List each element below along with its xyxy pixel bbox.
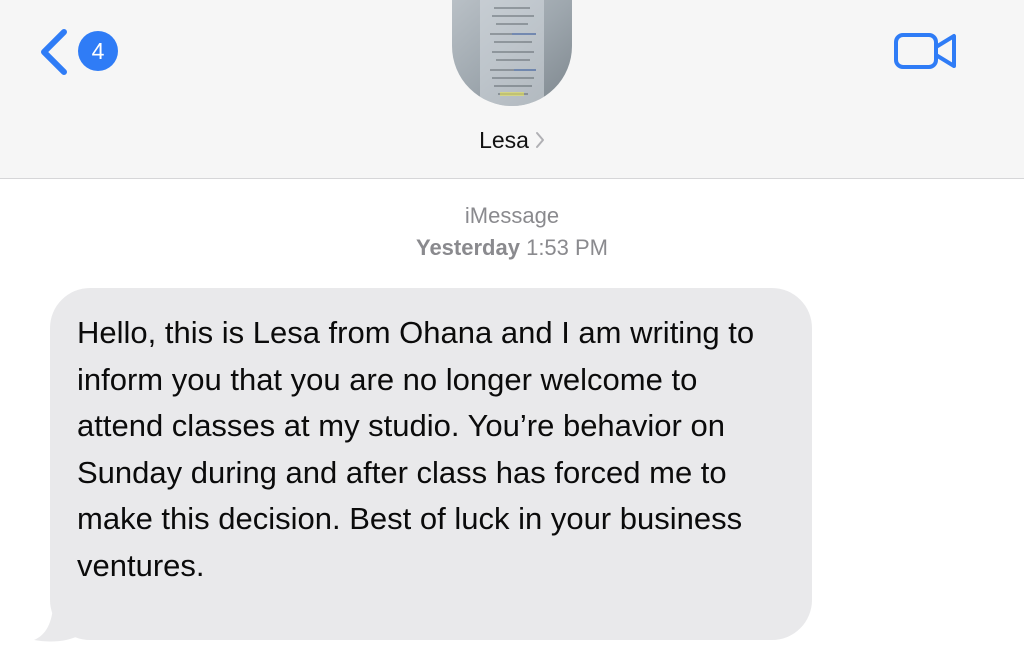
back-button[interactable]: 4	[34, 26, 134, 78]
conversation-header: 4 Lesa	[0, 0, 1024, 179]
chevron-left-icon	[41, 29, 67, 75]
contact-name-button[interactable]: Lesa	[0, 127, 1024, 154]
avatar-photo	[452, 0, 572, 106]
incoming-message-bubble[interactable]: Hello, this is Lesa from Ohana and I am …	[50, 288, 812, 640]
timestamp-time: 1:53 PM	[526, 235, 609, 260]
message-text: Hello, this is Lesa from Ohana and I am …	[77, 315, 755, 583]
unread-count-badge: 4	[78, 31, 118, 71]
service-label: iMessage	[464, 203, 560, 228]
chevron-right-icon	[535, 131, 544, 148]
video-camera-icon	[894, 33, 956, 69]
timestamp-day: Yesterday	[415, 235, 520, 260]
message-timestamp: Yesterday 1:53 PM	[0, 235, 1024, 261]
avatar[interactable]	[452, 0, 572, 106]
facetime-video-button[interactable]	[893, 30, 959, 72]
contact-name: Lesa	[479, 127, 529, 153]
